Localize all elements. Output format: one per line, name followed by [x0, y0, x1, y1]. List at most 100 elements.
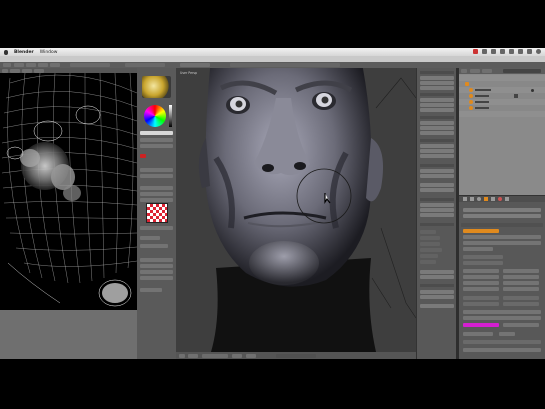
property-field[interactable] [503, 296, 539, 300]
header-button[interactable] [14, 63, 24, 67]
tool-option[interactable] [140, 174, 173, 178]
apple-icon[interactable] [4, 49, 8, 55]
editor-type-button[interactable] [461, 69, 467, 73]
property-field[interactable] [503, 287, 539, 291]
property-field[interactable] [499, 332, 515, 336]
render-engine-selector[interactable] [180, 63, 210, 67]
property-field[interactable] [463, 310, 541, 314]
view-menu-button[interactable] [188, 353, 198, 358]
status-icon[interactable] [509, 49, 514, 54]
view-field[interactable] [420, 183, 454, 187]
checkbox-option[interactable] [420, 230, 436, 234]
tool-slider[interactable] [140, 138, 173, 142]
view-field[interactable] [420, 295, 454, 299]
view-field[interactable] [420, 144, 454, 148]
status-icon[interactable] [500, 49, 505, 54]
tool-option[interactable] [140, 258, 173, 262]
outliner-menu[interactable] [470, 69, 480, 73]
checkbox-option[interactable] [420, 236, 440, 240]
eye-icon[interactable] [531, 88, 534, 92]
view-field[interactable] [420, 149, 454, 153]
property-field[interactable] [463, 241, 541, 245]
datablock-field[interactable] [463, 214, 541, 218]
layout-selector[interactable] [70, 63, 110, 67]
app-menu[interactable]: Blender [14, 50, 34, 55]
texture-tab-icon[interactable] [505, 197, 509, 201]
property-field[interactable] [463, 348, 541, 352]
view-field[interactable] [420, 275, 454, 279]
world-tab-icon[interactable] [477, 197, 481, 201]
property-field[interactable] [463, 316, 541, 320]
uv-menu-button[interactable] [10, 68, 20, 73]
scene-selector[interactable] [125, 63, 165, 67]
texture-checker-icon[interactable] [146, 203, 168, 223]
property-field[interactable] [463, 255, 503, 259]
panel-header[interactable] [420, 116, 454, 119]
datablock-field[interactable] [463, 208, 541, 212]
object-tab-icon[interactable] [484, 197, 488, 201]
view-field[interactable] [420, 154, 454, 158]
checkbox-option[interactable] [420, 254, 438, 258]
panel-header[interactable] [420, 139, 454, 142]
scene-tab-icon[interactable] [470, 197, 474, 201]
view-field[interactable] [420, 270, 454, 274]
status-icon[interactable] [527, 49, 532, 54]
property-field[interactable] [503, 275, 539, 279]
status-icon[interactable] [482, 49, 487, 54]
shading-selector[interactable] [232, 353, 242, 358]
property-field[interactable] [463, 235, 541, 239]
search-icon[interactable] [536, 49, 541, 54]
transform-field[interactable] [420, 76, 454, 80]
tool-option[interactable] [140, 244, 168, 248]
view-field[interactable] [420, 169, 454, 173]
uv-menu-button[interactable] [34, 68, 44, 73]
panel-header[interactable] [420, 71, 454, 74]
transform-field[interactable] [420, 86, 454, 90]
transform-field[interactable] [420, 108, 454, 112]
panel-header[interactable] [420, 223, 454, 226]
property-field[interactable] [503, 323, 539, 327]
panel-header[interactable] [420, 164, 454, 167]
header-button[interactable] [3, 63, 11, 67]
orange-selection-bar[interactable] [463, 229, 499, 233]
tool-option[interactable] [140, 168, 173, 172]
property-field[interactable] [463, 340, 541, 344]
modifier-tab-icon[interactable] [491, 197, 495, 201]
property-field[interactable] [463, 287, 499, 291]
property-field[interactable] [463, 296, 499, 300]
view-field[interactable] [420, 203, 454, 207]
property-field[interactable] [463, 332, 493, 336]
color-wheel-icon[interactable] [144, 105, 166, 127]
editor-type-button[interactable] [179, 353, 185, 358]
header-button[interactable] [26, 63, 36, 67]
outliner-row[interactable] [459, 111, 545, 117]
tool-option[interactable] [140, 154, 146, 158]
color-value-slider[interactable] [169, 105, 172, 127]
property-field[interactable] [463, 269, 499, 273]
uv-menu-button[interactable] [22, 68, 32, 73]
property-field[interactable] [463, 275, 499, 279]
header-button[interactable] [50, 63, 60, 67]
property-field[interactable] [463, 302, 499, 306]
tool-option[interactable] [140, 186, 173, 190]
checkbox-option[interactable] [420, 260, 436, 264]
transform-field[interactable] [420, 98, 454, 102]
property-field[interactable] [463, 247, 493, 251]
property-field[interactable] [503, 302, 539, 306]
brush-icon[interactable] [142, 76, 171, 98]
window-menu[interactable]: Window [40, 50, 58, 55]
material-tab-icon[interactable] [498, 197, 502, 201]
editor-type-button[interactable] [2, 68, 8, 73]
panel-header[interactable] [420, 284, 454, 287]
color-field[interactable] [140, 131, 173, 135]
checkbox-option[interactable] [420, 242, 440, 246]
transform-field[interactable] [420, 81, 454, 85]
view-field[interactable] [420, 188, 454, 192]
header-button[interactable] [38, 63, 48, 67]
uv-editor-canvas[interactable] [0, 72, 138, 310]
property-field[interactable] [463, 281, 499, 285]
tool-option[interactable] [140, 288, 162, 292]
layers-widget[interactable] [276, 353, 316, 358]
mode-selector[interactable] [202, 353, 228, 358]
transform-field[interactable] [420, 126, 454, 130]
